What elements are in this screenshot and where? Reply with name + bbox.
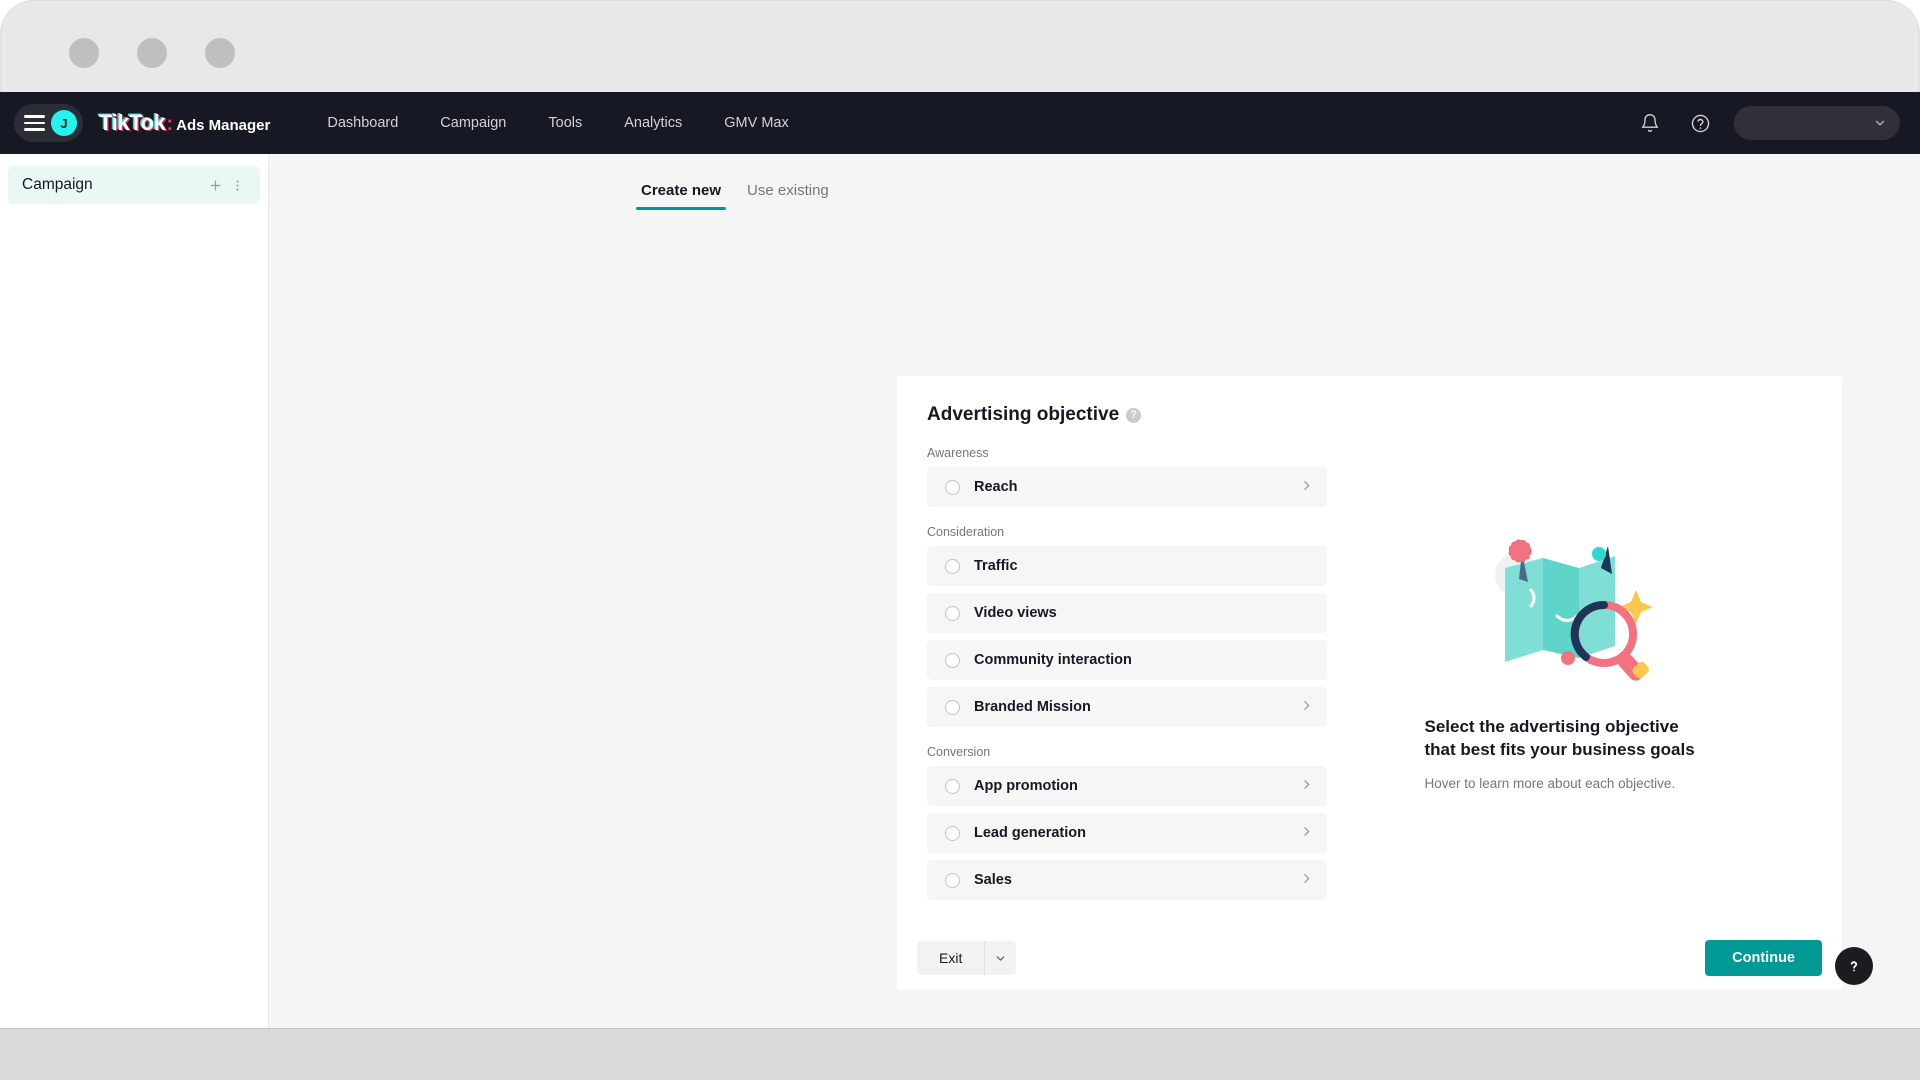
nav-item-campaign[interactable]: Campaign [419,92,527,154]
objective-label: Branded Mission [974,699,1091,715]
primary-nav-menu: Dashboard Campaign Tools Analytics GMV M… [306,92,809,154]
objective-label: Lead generation [974,825,1086,841]
top-navigation-bar: J TikTok : Ads Manager Dashboard Campaig… [0,92,1920,154]
exit-button[interactable]: Exit [917,941,986,975]
window-close-button[interactable] [69,38,99,68]
objective-title-row: Advertising objective ? [927,404,1327,426]
objective-option-reach[interactable]: Reach [927,467,1327,507]
group-label-awareness: Awareness [927,446,989,460]
account-selector[interactable] [1734,106,1900,140]
tab-create-new[interactable]: Create new [628,182,734,210]
objective-label: Sales [974,872,1012,888]
objective-info-panel: Select the advertising objective that be… [1327,404,1812,907]
radio-button[interactable] [945,699,960,715]
window-controls [69,38,235,68]
radio-button[interactable] [945,558,960,574]
chevron-right-icon [1300,479,1313,495]
chevron-right-icon [1300,778,1313,794]
objective-option-traffic[interactable]: Traffic [927,546,1327,586]
nav-right-cluster [1634,106,1900,140]
desktop-background-strip [0,1028,1920,1080]
sidebar-item-campaign[interactable]: Campaign [8,166,260,204]
question-mark-icon [1850,961,1858,972]
info-icon[interactable]: ? [1126,407,1142,423]
radio-button[interactable] [945,652,960,668]
page-title: Advertising objective [927,404,1120,425]
sidebar-item-label: Campaign [22,176,93,193]
continue-button[interactable]: Continue [1705,940,1822,976]
plus-icon[interactable] [204,174,226,196]
objective-option-lead-generation[interactable]: Lead generation [927,813,1327,853]
application-body: Campaign Create new Use existing Adverti… [0,154,1920,1028]
window-minimize-button[interactable] [137,38,167,68]
nav-left-cluster: J TikTok : Ads Manager Dashboard Campaig… [0,92,810,154]
info-headline: Select the advertising objective that be… [1424,717,1695,760]
radio-button[interactable] [945,605,960,621]
objective-label: Traffic [974,558,1018,574]
nav-item-gmv-max[interactable]: GMV Max [703,92,809,154]
brand-product-text: Ads Manager [176,117,271,134]
brand-logo: TikTok : Ads Manager [99,110,270,136]
objective-option-app-promotion[interactable]: App promotion [927,766,1327,806]
nav-item-analytics[interactable]: Analytics [603,92,703,154]
objective-card: Advertising objective ? Awareness Reach … [897,376,1842,941]
tab-use-existing[interactable]: Use existing [734,182,842,210]
exit-split-button: Exit [917,941,1017,975]
avatar[interactable]: J [51,110,77,136]
objective-option-community-interaction[interactable]: Community interaction [927,640,1327,680]
browser-chrome [0,0,1920,92]
radio-button[interactable] [945,825,960,841]
chevron-right-icon [1300,825,1313,841]
footer-action-bar: Exit Continue [897,926,1842,990]
radio-button[interactable] [945,778,960,794]
hamburger-icon[interactable] [24,115,45,131]
app-viewport: J TikTok : Ads Manager Dashboard Campaig… [0,0,1920,1080]
window-maximize-button[interactable] [205,38,235,68]
help-floating-button[interactable] [1835,947,1873,985]
brand-tiktok-text: TikTok [99,110,166,135]
objective-label: App promotion [974,778,1078,794]
map-magnifier-illustration [1494,539,1653,681]
main-content-area: Create new Use existing Advertising obje… [269,154,1920,1028]
objective-option-branded-mission[interactable]: Branded Mission [927,687,1327,727]
radio-button[interactable] [945,479,960,495]
question-circle-icon[interactable] [1684,107,1716,139]
info-subtext: Hover to learn more about each objective… [1424,775,1676,791]
group-label-consideration: Consideration [927,525,1005,539]
more-vertical-icon[interactable] [226,174,248,196]
menu-account-group[interactable]: J [14,104,83,142]
nav-item-tools[interactable]: Tools [527,92,603,154]
radio-button[interactable] [945,872,960,888]
objective-list-panel: Advertising objective ? Awareness Reach … [927,404,1327,907]
nav-item-dashboard[interactable]: Dashboard [306,92,419,154]
chevron-right-icon [1300,872,1313,888]
brand-separator: : [166,113,174,135]
objective-label: Community interaction [974,652,1132,668]
tab-bar: Create new Use existing [269,154,1920,210]
group-label-conversion: Conversion [927,745,991,759]
exit-dropdown-toggle[interactable] [985,941,1017,975]
chevron-down-icon [1875,120,1885,126]
objective-label: Video views [974,605,1057,621]
sidebar: Campaign [0,154,269,1028]
chevron-down-icon [996,955,1005,961]
chevron-right-icon [1300,699,1313,715]
objective-option-video-views[interactable]: Video views [927,593,1327,633]
objective-label: Reach [974,479,1018,495]
bell-icon[interactable] [1634,107,1666,139]
objective-option-sales[interactable]: Sales [927,860,1327,900]
